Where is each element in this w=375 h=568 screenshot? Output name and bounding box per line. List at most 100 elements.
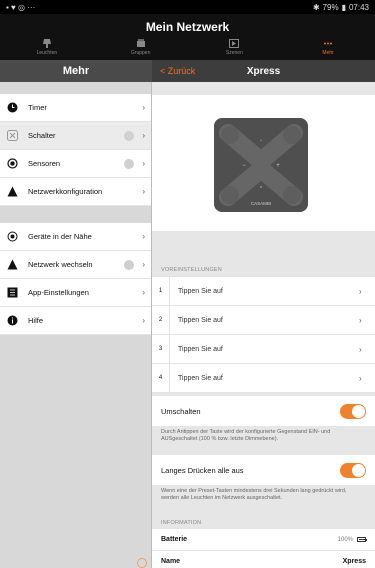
battery-label: Batterie <box>161 536 188 543</box>
preset-row-1[interactable]: 1 Tippen Sie auf › <box>152 277 375 306</box>
menu-item-netzwerk-wechseln[interactable]: Netzwerk wechseln › <box>0 251 151 279</box>
xpress-device-image: ^ − + v CASAMBI <box>205 116 321 214</box>
svg-text:+: + <box>276 163 280 169</box>
nav-tabs: Leuchten Gruppen Szenen Mehr <box>0 35 375 60</box>
sensor-icon <box>6 158 18 170</box>
chevron-right-icon: › <box>359 344 362 354</box>
chevron-right-icon: › <box>359 373 362 383</box>
langes-druecken-row: Langes Drücken alle aus <box>152 455 375 485</box>
name-value: Xpress <box>342 558 366 565</box>
menu-group-1: Timer › Schalter › Sensoren › Netzwerkko… <box>0 94 151 206</box>
menu-item-app-einstellungen[interactable]: App-Einstellungen › <box>0 279 151 307</box>
chevron-right-icon: › <box>142 187 145 196</box>
tab-label: Leuchten <box>36 50 58 56</box>
bluetooth-icon: ✱ <box>312 2 320 12</box>
menu-item-label: Timer <box>28 103 47 112</box>
right-panel-title: Xpress <box>246 66 281 77</box>
left-panel-header: Mehr <box>0 60 152 82</box>
svg-text:−: − <box>242 163 246 169</box>
toggle-knob <box>352 463 365 477</box>
count-badge <box>124 158 135 169</box>
count-badge <box>124 130 135 141</box>
menu-item-label: Geräte in der Nähe <box>28 232 92 241</box>
menu-item-label: Netzwerkkonfiguration <box>28 187 103 196</box>
notification-icons: ▪ ♥ ◎ ··· <box>6 2 36 12</box>
preset-number: 4 <box>152 364 170 392</box>
battery-icon <box>357 537 367 542</box>
preset-row-2[interactable]: 2 Tippen Sie auf › <box>152 306 375 335</box>
chevron-right-icon: › <box>142 232 145 241</box>
battery-value: 100% <box>338 537 367 543</box>
clock-icon <box>6 102 18 114</box>
umschalten-description: Durch Antippen der Taste wird der konfig… <box>161 429 331 443</box>
network-icon <box>6 186 18 198</box>
menu-item-schalter[interactable]: Schalter › <box>0 122 151 150</box>
chevron-right-icon: › <box>359 315 362 325</box>
preset-label: Tippen Sie auf <box>178 287 223 295</box>
preset-label: Tippen Sie auf <box>178 345 223 353</box>
umschalten-label: Umschalten <box>161 406 201 416</box>
menu-item-sensoren[interactable]: Sensoren › <box>0 150 151 178</box>
settings-icon <box>6 287 18 299</box>
scene-icon <box>229 39 240 48</box>
chevron-right-icon: › <box>142 159 145 168</box>
app-title: Mein Netzwerk <box>145 20 230 34</box>
left-panel-title: Mehr <box>62 65 90 77</box>
battery-fill <box>359 539 366 540</box>
right-panel-header: < Zurück Xpress <box>152 60 375 82</box>
name-row[interactable]: Name Xpress <box>152 551 375 568</box>
umschalten-toggle[interactable] <box>340 403 366 419</box>
preset-label: Tippen Sie auf <box>178 316 223 324</box>
menu-item-label: Sensoren <box>28 159 61 168</box>
count-badge <box>124 259 135 270</box>
menu-item-label: Hilfe <box>28 316 44 325</box>
chevron-right-icon: › <box>359 286 362 296</box>
langes-druecken-toggle[interactable] <box>340 462 366 478</box>
preset-row-3[interactable]: 3 Tippen Sie auf › <box>152 335 375 364</box>
lamp-icon <box>42 39 51 48</box>
battery-row: Batterie 100% <box>152 529 375 551</box>
preset-number: 3 <box>152 335 170 363</box>
presets-list: 1 Tippen Sie auf › 2 Tippen Sie auf › 3 … <box>152 277 375 393</box>
menu-item-label: Schalter <box>28 131 56 140</box>
chevron-right-icon: › <box>142 316 145 325</box>
tab-szenen[interactable]: Szenen <box>188 35 282 60</box>
menu-item-hilfe[interactable]: Hilfe › <box>0 307 151 335</box>
clock-time: 07:43 <box>348 2 369 12</box>
app-bar: Mein Netzwerk Leuchten Gruppen Szenen Me… <box>0 14 375 60</box>
umschalten-row: Umschalten <box>152 396 375 426</box>
tab-label: Mehr <box>322 50 334 56</box>
switch-icon <box>6 130 18 142</box>
left-menu: Timer › Schalter › Sensoren › Netzwerkko… <box>0 82 152 568</box>
menu-item-label: App-Einstellungen <box>28 288 89 297</box>
menu-item-timer[interactable]: Timer › <box>0 94 151 122</box>
device-image-card: ^ − + v CASAMBI <box>152 95 375 231</box>
nearby-icon <box>6 231 18 243</box>
chevron-right-icon: › <box>142 103 145 112</box>
battery-percent: 79% <box>322 2 339 12</box>
device-brand-label: CASAMBI <box>251 201 271 206</box>
preset-row-4[interactable]: 4 Tippen Sie auf › <box>152 364 375 393</box>
tab-leuchten[interactable]: Leuchten <box>0 35 94 60</box>
name-label: Name <box>161 558 181 565</box>
info-icon <box>6 315 18 327</box>
detail-panel: ^ − + v CASAMBI VOREINSTELLUNGEN 1 Tippe… <box>152 82 375 568</box>
menu-item-netzwerkkonfiguration[interactable]: Netzwerkkonfiguration › <box>0 178 151 206</box>
svg-text:v: v <box>260 184 262 189</box>
langes-druecken-description: Wenn eine der Preset-Tasten mindestens d… <box>161 488 347 502</box>
menu-item-geraete-in-der-naehe[interactable]: Geräte in der Nähe › <box>0 223 151 251</box>
chevron-right-icon: › <box>142 131 145 140</box>
tab-gruppen[interactable]: Gruppen <box>94 35 188 60</box>
chevron-right-icon: › <box>142 288 145 297</box>
information-section-label: INFORMATION <box>161 520 202 526</box>
status-left-icons: ▪ ♥ ◎ ··· <box>6 3 313 12</box>
tab-label: Szenen <box>225 50 243 56</box>
network-switch-icon <box>6 259 18 271</box>
tab-mehr[interactable]: Mehr <box>281 35 375 60</box>
menu-group-2: Geräte in der Nähe › Netzwerk wechseln ›… <box>0 223 151 335</box>
status-right: ✱ 79% ▮ 07:43 <box>313 3 369 12</box>
presets-section-label: VOREINSTELLUNGEN <box>161 267 222 273</box>
menu-item-label: Netzwerk wechseln <box>28 260 93 269</box>
status-bar: ▪ ♥ ◎ ··· ✱ 79% ▮ 07:43 <box>0 0 375 14</box>
